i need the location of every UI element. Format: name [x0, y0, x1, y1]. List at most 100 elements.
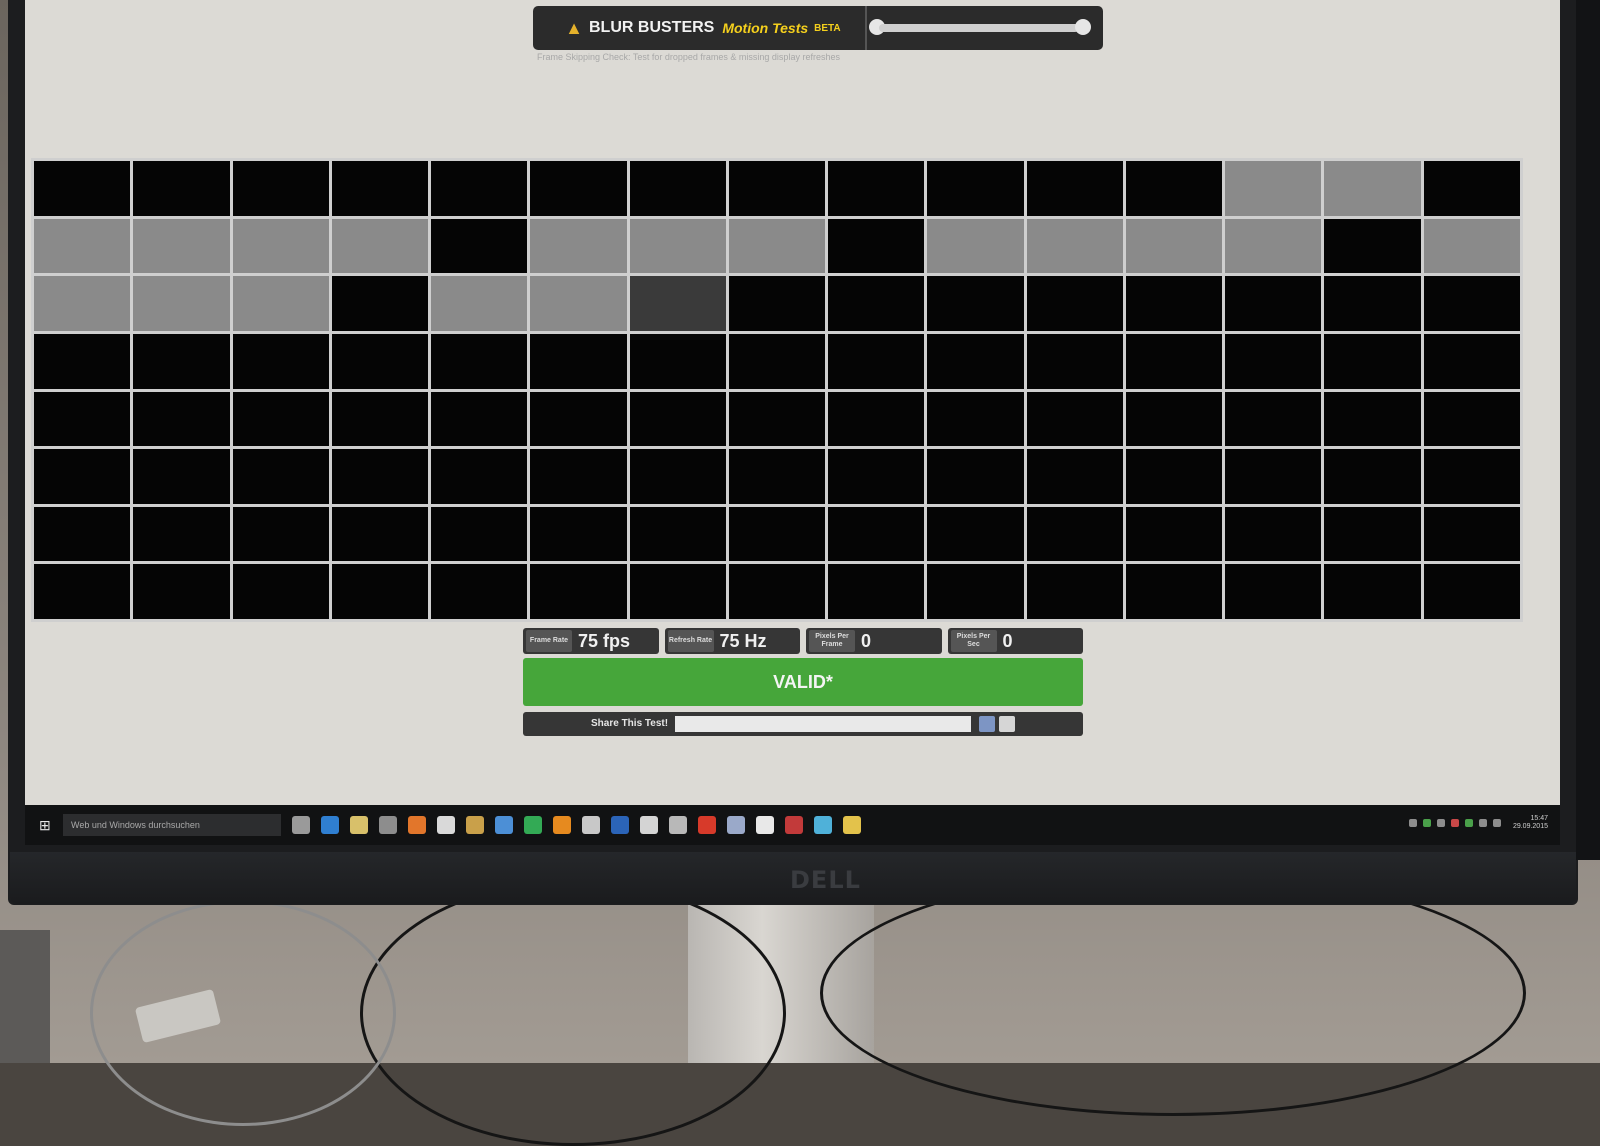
grid-cell [1225, 218, 1322, 274]
grid-cell [828, 161, 925, 216]
windows-start-icon[interactable]: ⊞ [39, 818, 53, 832]
facebook-share-icon[interactable] [979, 716, 995, 732]
grid-cell [1423, 161, 1520, 216]
grid-cell [34, 449, 131, 504]
tray-icon[interactable] [1422, 819, 1431, 827]
grid-cell [1125, 449, 1223, 504]
refresh-rate-value: 75 Hz [719, 630, 767, 651]
grid-cell [1225, 333, 1322, 389]
grid-cell [431, 161, 528, 216]
task-view-icon[interactable] [292, 816, 310, 834]
grid-cell [34, 218, 131, 274]
spotify-icon[interactable] [524, 816, 542, 834]
grid-cell [1423, 506, 1520, 562]
grid-cell [331, 333, 429, 389]
pixels-per-sec-stat: Pixels Per Sec 0 [947, 628, 1083, 654]
store-icon[interactable] [379, 816, 397, 834]
header-bar: ▲ BLUR BUSTERS Motion Tests BETA [533, 6, 1103, 50]
tray-icon[interactable] [1492, 819, 1501, 827]
grid-cell [927, 449, 1024, 504]
grid-cell [1125, 391, 1223, 447]
docs-icon[interactable] [727, 816, 745, 834]
valid-status-banner: VALID* [523, 658, 1083, 706]
vlc-icon[interactable] [553, 816, 571, 834]
tray-icon[interactable] [1436, 819, 1445, 827]
photoshop-icon[interactable] [785, 816, 803, 834]
slider-right-knob[interactable] [1075, 19, 1091, 35]
grid-cell [232, 218, 329, 274]
cable [820, 870, 1526, 1116]
grid-cell [828, 218, 925, 274]
share-url-input[interactable] [675, 716, 971, 732]
chrome-icon[interactable] [814, 816, 832, 834]
app-icon[interactable] [466, 816, 484, 834]
grid-cell [828, 391, 925, 447]
grid-cell [828, 506, 925, 562]
grid-cell [1324, 391, 1421, 447]
grid-cell [1125, 218, 1223, 274]
chat-icon[interactable] [640, 816, 658, 834]
pixels-per-frame-value: 0 [861, 630, 872, 651]
grid-cell [629, 161, 726, 216]
slider-track[interactable] [879, 24, 1079, 32]
grid-cell [34, 564, 131, 619]
grid-cell [1324, 218, 1421, 274]
grid-cell [232, 333, 329, 389]
edge-icon[interactable] [321, 816, 339, 834]
grid-cell [331, 391, 429, 447]
files-icon[interactable] [756, 816, 774, 834]
grid-cell [133, 564, 230, 619]
settings-icon[interactable] [582, 816, 600, 834]
twitter-icon[interactable] [495, 816, 513, 834]
tray-icon[interactable] [1450, 819, 1459, 827]
grid-cell [1125, 564, 1223, 619]
grid-cell [728, 218, 826, 274]
pixels-per-sec-label: Pixels Per Sec [950, 630, 997, 652]
app2-icon[interactable] [843, 816, 861, 834]
grid-cell [34, 506, 131, 562]
tray-icon[interactable] [1478, 819, 1487, 827]
grid-cell [530, 161, 627, 216]
speed-slider[interactable] [865, 6, 1105, 50]
second-monitor-edge [1576, 0, 1600, 860]
grid-cell [1423, 276, 1520, 331]
grid-cell [133, 333, 230, 389]
notes-icon[interactable] [669, 816, 687, 834]
grid-cell [629, 564, 726, 619]
taskbar-clock[interactable]: 15:47 29.09.2015 [1513, 815, 1548, 831]
brand-title[interactable]: BLUR BUSTERS [589, 19, 714, 37]
blurbusters-logo-icon: ▲ [565, 18, 583, 38]
grid-cell [1225, 506, 1322, 562]
taskbar-search-input[interactable]: Web und Windows durchsuchen [63, 814, 281, 836]
grid-cell [530, 506, 627, 562]
pixels-per-frame-stat: Pixels Per Frame 0 [806, 628, 942, 654]
grid-cell [1125, 506, 1223, 562]
grid-cell [1026, 218, 1123, 274]
grid-cell [530, 564, 627, 619]
grid-cell [629, 276, 726, 331]
grid-cell [232, 276, 329, 331]
frame-rate-stat: Frame Rate 75 fps [523, 628, 659, 654]
grid-cell [1026, 506, 1123, 562]
screen: ▲ BLUR BUSTERS Motion Tests BETA Frame S… [25, 0, 1560, 845]
cable [360, 880, 786, 1146]
grid-cell [1026, 449, 1123, 504]
mail-icon[interactable] [437, 816, 455, 834]
tray-icon[interactable] [1408, 819, 1417, 827]
acrobat-icon[interactable] [698, 816, 716, 834]
twitter-share-icon[interactable] [999, 716, 1015, 732]
explorer-icon[interactable] [350, 816, 368, 834]
grid-cell [728, 564, 826, 619]
firefox-icon[interactable] [408, 816, 426, 834]
tray-icon[interactable] [1464, 819, 1473, 827]
grid-cell [133, 218, 230, 274]
grid-cell [629, 391, 726, 447]
grid-cell [530, 449, 627, 504]
frame-rate-label: Frame Rate [526, 630, 572, 652]
grid-cell [232, 449, 329, 504]
grid-cell [133, 391, 230, 447]
share-bar: Share This Test! [523, 712, 1083, 736]
grid-cell [1125, 333, 1223, 389]
word-icon[interactable] [611, 816, 629, 834]
grid-cell [133, 276, 230, 331]
